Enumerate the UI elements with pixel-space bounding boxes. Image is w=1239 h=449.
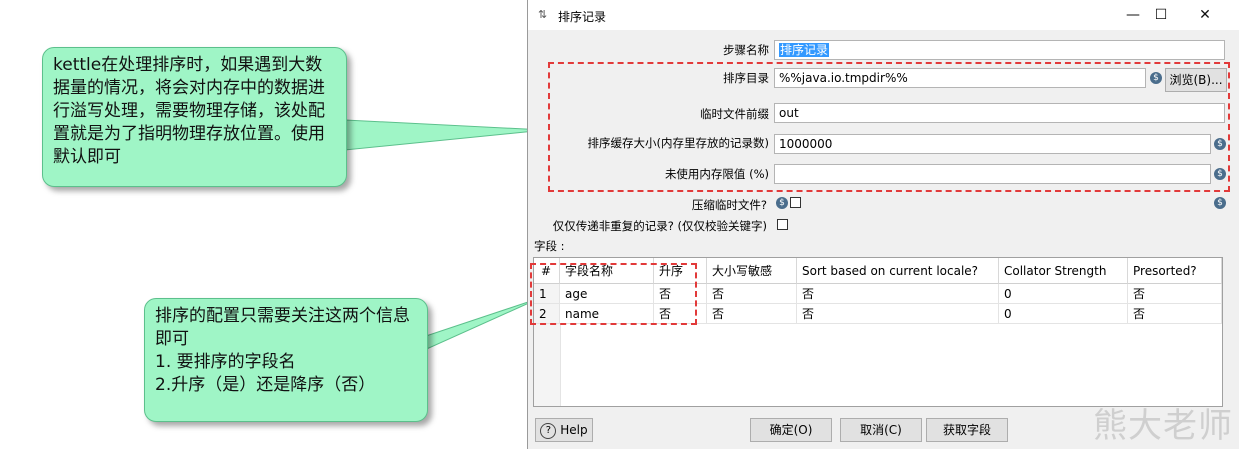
row-number-gutter bbox=[534, 324, 561, 406]
annotation-line: 1. 要排序的字段名 bbox=[155, 352, 296, 372]
maximize-button[interactable]: ☐ bbox=[1146, 4, 1176, 26]
help-label: Help bbox=[560, 423, 588, 437]
presorted-cell[interactable]: 否 bbox=[1128, 304, 1222, 324]
title-bar: ⇅ 排序记录 — ☐ ✕ bbox=[528, 0, 1239, 30]
dialog-title: 排序记录 bbox=[558, 10, 607, 24]
unique-checkbox[interactable] bbox=[777, 219, 788, 230]
step-name-input[interactable]: 排序记录 bbox=[774, 40, 1225, 60]
minimize-button[interactable]: — bbox=[1118, 4, 1148, 26]
variable-icon[interactable]: $ bbox=[1214, 197, 1226, 209]
unique-label: 仅仅传递非重复的记录? (仅仅校验关键字) bbox=[552, 219, 767, 233]
get-fields-button[interactable]: 获取字段 bbox=[926, 418, 1008, 442]
help-icon: ? bbox=[540, 422, 557, 439]
column-header[interactable]: 大小写敏感 bbox=[707, 258, 797, 284]
ok-button[interactable]: 确定(O) bbox=[750, 418, 832, 442]
cancel-button[interactable]: 取消(C) bbox=[840, 418, 922, 442]
annotation-line: 排序的配置只需要关注这两个信息即可 bbox=[155, 306, 410, 349]
step-name-value: 排序记录 bbox=[779, 43, 830, 57]
step-name-label: 步骤名称 bbox=[723, 43, 769, 57]
bottom-callout-pointer bbox=[419, 297, 541, 353]
app-icon: ⇅ bbox=[538, 8, 548, 21]
fields-section-label: 字段 : bbox=[534, 239, 565, 253]
column-header[interactable]: Sort based on current locale? bbox=[797, 258, 999, 284]
collator-cell[interactable]: 0 bbox=[999, 304, 1128, 324]
collator-cell[interactable]: 0 bbox=[999, 284, 1128, 304]
case-sensitive-cell[interactable]: 否 bbox=[707, 304, 797, 324]
highlight-field-columns bbox=[530, 263, 697, 325]
column-header[interactable]: Presorted? bbox=[1128, 258, 1222, 284]
locale-cell[interactable]: 否 bbox=[797, 304, 999, 324]
locale-cell[interactable]: 否 bbox=[797, 284, 999, 304]
annotation-bottom: 排序的配置只需要关注这两个信息即可 1. 要排序的字段名 2.升序（是）还是降序… bbox=[144, 298, 428, 422]
close-button[interactable]: ✕ bbox=[1190, 4, 1220, 26]
annotation-line: 2.升序（是）还是降序（否） bbox=[155, 375, 376, 395]
case-sensitive-cell[interactable]: 否 bbox=[707, 284, 797, 304]
watermark: 熊大老师 bbox=[1093, 406, 1233, 446]
presorted-cell[interactable]: 否 bbox=[1128, 284, 1222, 304]
top-callout-pointer bbox=[344, 119, 546, 151]
compress-label: 压缩临时文件? bbox=[691, 198, 767, 212]
annotation-top: kettle在处理排序时，如果遇到大数据量的情况，将会对内存中的数据进行溢写处理… bbox=[42, 47, 347, 187]
variable-icon[interactable]: $ bbox=[776, 197, 788, 209]
help-button[interactable]: ? Help bbox=[535, 418, 593, 442]
highlight-sort-settings bbox=[548, 62, 1230, 192]
column-header[interactable]: Collator Strength bbox=[999, 258, 1128, 284]
compress-checkbox[interactable] bbox=[790, 197, 801, 208]
